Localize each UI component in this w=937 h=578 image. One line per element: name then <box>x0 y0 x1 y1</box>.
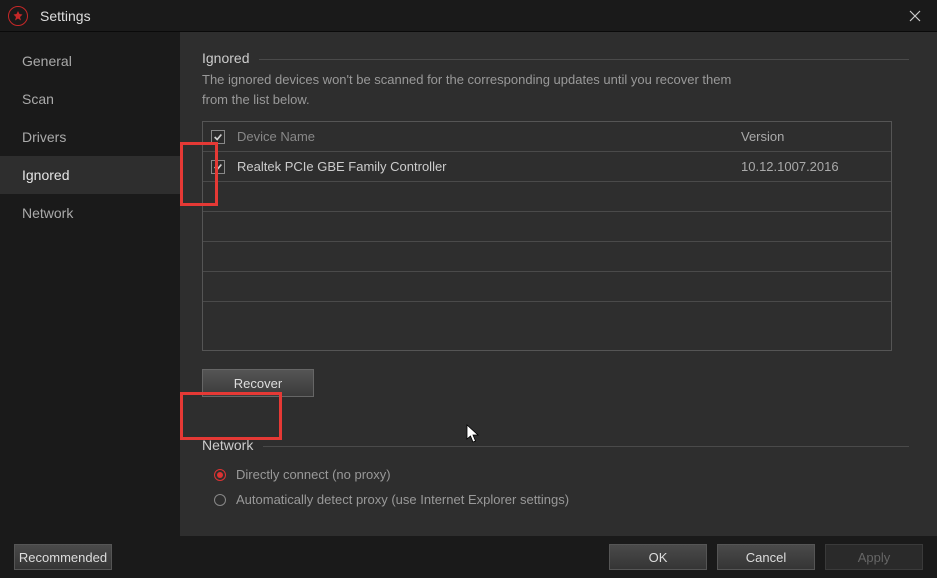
table-row[interactable]: Realtek PCIe GBE Family Controller 10.12… <box>203 152 891 182</box>
annotation-highlight <box>180 392 282 440</box>
radio-direct-connect[interactable]: Directly connect (no proxy) <box>202 467 909 482</box>
col-header-name: Device Name <box>237 129 741 144</box>
main-panel: Ignored The ignored devices won't be sca… <box>180 32 937 536</box>
empty-row <box>203 212 891 242</box>
ignored-table: Device Name Version Realtek PCIe GBE Fam… <box>202 121 892 351</box>
radio-label: Automatically detect proxy (use Internet… <box>236 492 569 507</box>
col-header-version: Version <box>741 129 891 144</box>
radio-icon[interactable] <box>214 494 226 506</box>
sidebar-item-label: Ignored <box>22 167 69 183</box>
sidebar-item-label: General <box>22 53 72 69</box>
empty-row <box>203 302 891 332</box>
close-button[interactable] <box>901 2 929 30</box>
button-label: Recommended <box>19 550 107 565</box>
radio-label: Directly connect (no proxy) <box>236 467 391 482</box>
cancel-button[interactable]: Cancel <box>717 544 815 570</box>
recover-button-label: Recover <box>234 376 282 391</box>
titlebar: Settings <box>0 0 937 32</box>
row-checkbox[interactable] <box>211 160 225 174</box>
radio-auto-proxy[interactable]: Automatically detect proxy (use Internet… <box>202 492 909 507</box>
button-label: OK <box>649 550 668 565</box>
sidebar-item-scan[interactable]: Scan <box>0 80 180 118</box>
sidebar: General Scan Drivers Ignored Network <box>0 32 180 536</box>
sidebar-item-ignored[interactable]: Ignored <box>0 156 180 194</box>
row-device-name: Realtek PCIe GBE Family Controller <box>237 159 741 174</box>
window-title: Settings <box>40 8 901 24</box>
section-divider <box>259 59 909 60</box>
sidebar-item-label: Drivers <box>22 129 66 145</box>
ok-button[interactable]: OK <box>609 544 707 570</box>
select-all-checkbox[interactable] <box>211 130 225 144</box>
desc-line1: The ignored devices won't be scanned for… <box>202 72 731 87</box>
sidebar-item-network[interactable]: Network <box>0 194 180 232</box>
ignored-section-title: Ignored <box>202 50 249 66</box>
table-header: Device Name Version <box>203 122 891 152</box>
sidebar-item-label: Scan <box>22 91 54 107</box>
recover-button[interactable]: Recover <box>202 369 314 397</box>
ignored-description: The ignored devices won't be scanned for… <box>202 70 909 109</box>
section-divider <box>263 446 909 447</box>
sidebar-item-drivers[interactable]: Drivers <box>0 118 180 156</box>
button-label: Cancel <box>746 550 786 565</box>
radio-icon[interactable] <box>214 469 226 481</box>
empty-row <box>203 272 891 302</box>
empty-row <box>203 242 891 272</box>
desc-line2: from the list below. <box>202 92 310 107</box>
empty-row <box>203 182 891 212</box>
button-label: Apply <box>858 550 891 565</box>
sidebar-item-label: Network <box>22 205 73 221</box>
footer: Recommended OK Cancel Apply <box>0 536 937 578</box>
recommended-button[interactable]: Recommended <box>14 544 112 570</box>
network-section-title: Network <box>202 437 253 453</box>
app-logo-icon <box>8 6 28 26</box>
sidebar-item-general[interactable]: General <box>0 42 180 80</box>
row-version: 10.12.1007.2016 <box>741 159 891 174</box>
apply-button: Apply <box>825 544 923 570</box>
